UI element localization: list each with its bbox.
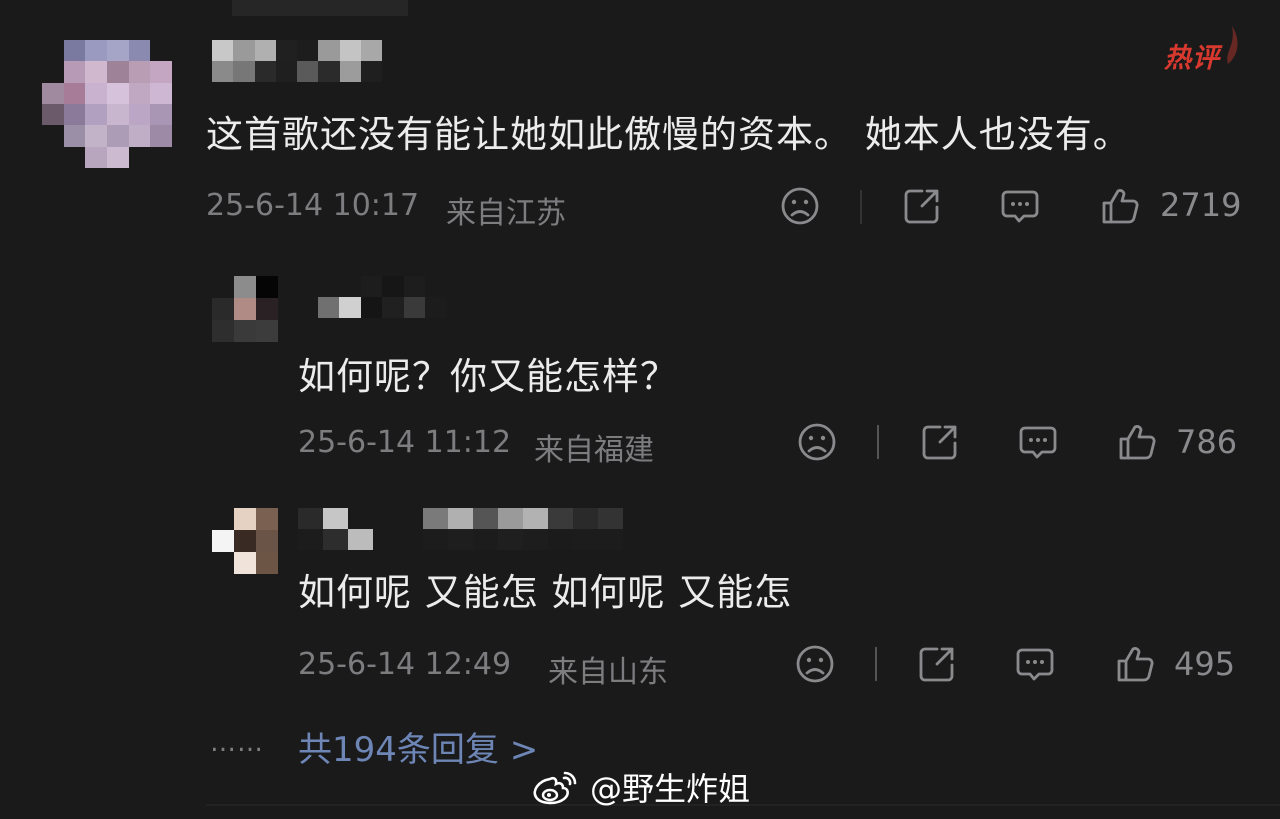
sad-face-icon[interactable] <box>795 644 835 684</box>
watermark-text: @野生炸姐 <box>590 770 751 808</box>
like-count: 2719 <box>1160 186 1242 224</box>
share-icon[interactable] <box>902 186 942 226</box>
more-dots: …… <box>210 728 264 758</box>
username-obscured[interactable] <box>298 508 648 550</box>
comment-text: 这首歌还没有能让她如此傲慢的资本。 她本人也没有。 <box>206 113 1131 156</box>
weibo-icon <box>533 771 577 805</box>
comment-icon[interactable] <box>1000 186 1040 226</box>
watermark: @野生炸姐 <box>530 764 750 810</box>
like-count: 495 <box>1174 645 1236 683</box>
like-count: 786 <box>1176 423 1238 461</box>
comment-location: 来自江苏 <box>446 196 566 231</box>
avatar[interactable] <box>212 508 278 574</box>
view-more-replies-link[interactable]: 共194条回复 > <box>298 722 538 771</box>
username-obscured[interactable] <box>212 40 382 82</box>
share-icon[interactable] <box>920 422 960 462</box>
avatar[interactable] <box>42 40 172 168</box>
username-obscured[interactable] <box>318 276 468 318</box>
thumbs-up-icon[interactable] <box>1115 644 1155 684</box>
action-separator <box>860 190 862 224</box>
reply-location: 来自福建 <box>534 433 654 468</box>
hot-comment-badge: 热评 <box>1164 43 1220 74</box>
reply-text: 如何呢？你又能怎样？ <box>298 355 678 398</box>
comment-icon[interactable] <box>1018 422 1058 462</box>
avatar[interactable] <box>212 276 278 342</box>
sad-face-icon[interactable] <box>797 422 837 462</box>
flame-icon <box>1227 26 1238 64</box>
reply-timestamp: 25-6-14 11:12 <box>298 425 512 460</box>
comment-icon[interactable] <box>1015 644 1055 684</box>
top-obscured-strip <box>232 0 408 16</box>
thumbs-up-icon[interactable] <box>1100 186 1140 226</box>
reply-location: 来自山东 <box>548 655 668 690</box>
reply-text: 如何呢 又能怎 如何呢 又能怎 <box>298 571 793 614</box>
reply-timestamp: 25-6-14 12:49 <box>298 647 512 682</box>
action-separator <box>877 425 879 459</box>
share-icon[interactable] <box>917 644 957 684</box>
sad-face-icon[interactable] <box>780 186 820 226</box>
comment-timestamp: 25-6-14 10:17 <box>206 188 420 223</box>
action-separator <box>875 647 877 681</box>
thumbs-up-icon[interactable] <box>1117 422 1157 462</box>
